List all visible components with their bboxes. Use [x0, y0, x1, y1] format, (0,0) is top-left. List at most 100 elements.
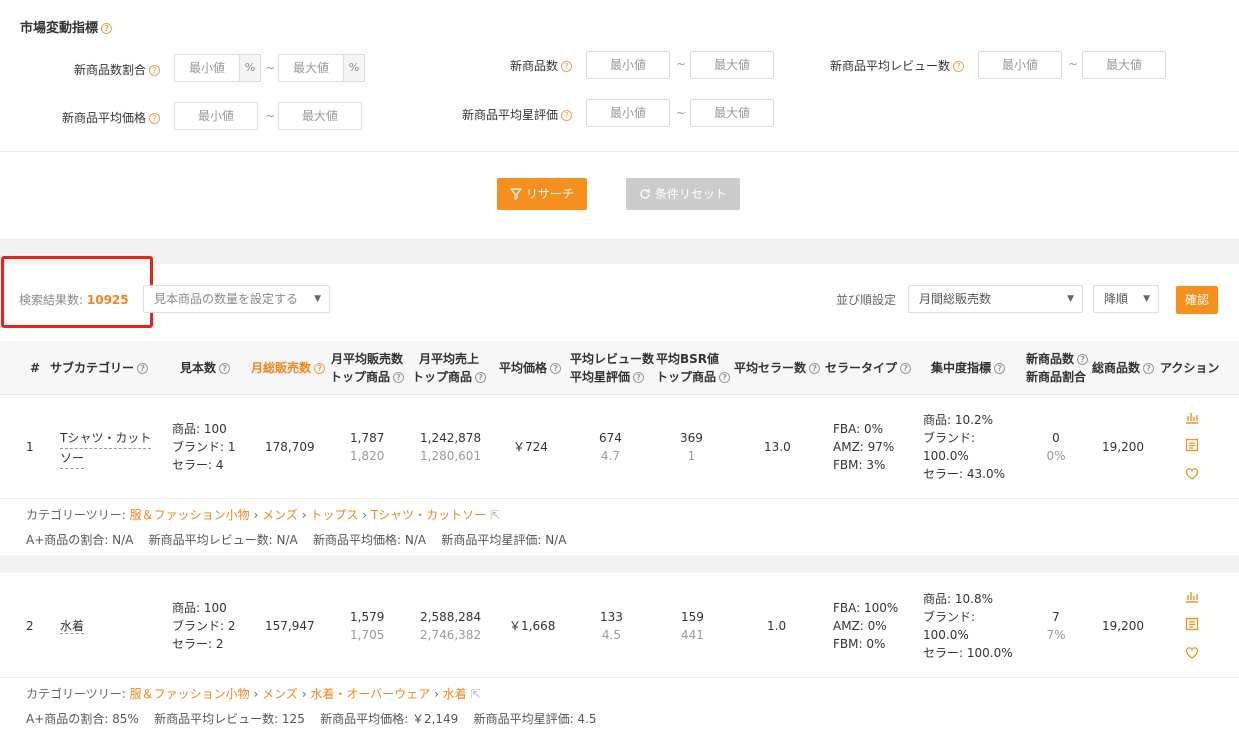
- new-avg-price-max-input[interactable]: 最大値: [278, 102, 362, 130]
- header-avg-price[interactable]: 平均価格?: [499, 359, 562, 377]
- avg-review: 133 4.5: [600, 610, 623, 642]
- header-monthly-sales[interactable]: 月総販売数?: [251, 359, 326, 377]
- help-icon[interactable]: ?: [101, 23, 113, 34]
- reset-button[interactable]: 条件リセット: [626, 178, 740, 210]
- new-products: 7 7%: [1046, 610, 1066, 642]
- document-icon[interactable]: [1185, 617, 1199, 631]
- help-icon[interactable]: ?: [314, 363, 326, 374]
- new-ratio-min-input[interactable]: 最小値: [174, 54, 240, 82]
- document-icon[interactable]: [1185, 438, 1199, 452]
- header-avg-revenue[interactable]: 月平均売上 トップ商品?: [412, 350, 487, 386]
- header-avg-sellers[interactable]: 平均セラー数?: [734, 359, 821, 377]
- new-avg-rating-max-input[interactable]: 最大値: [690, 99, 774, 127]
- sort-field-select[interactable]: 月間総販売数 ▼: [908, 285, 1083, 313]
- avg-bsr: 369 1: [680, 431, 703, 463]
- new-avg-price-label: 新商品平均価格?: [30, 109, 160, 126]
- sample-info: 商品: 100 ブランド: 1 セラー: 4: [172, 422, 236, 472]
- dropdown-arrow-icon: ▼: [1067, 294, 1074, 304]
- help-icon[interactable]: ?: [149, 65, 160, 76]
- new-products: 0 0%: [1046, 431, 1066, 463]
- header-avg-sales[interactable]: 月平均販売数 トップ商品?: [330, 350, 405, 386]
- avg-sales: 1,579 1,705: [350, 610, 385, 642]
- tree-link[interactable]: トップス: [310, 508, 358, 522]
- filter-icon: [510, 188, 523, 200]
- tree-link[interactable]: 服＆ファッション小物: [130, 687, 250, 701]
- help-icon[interactable]: ?: [719, 372, 731, 383]
- tree-link[interactable]: メンズ: [262, 508, 298, 522]
- dropdown-arrow-icon: ▼: [314, 294, 321, 304]
- category-tree: カテゴリーツリー: 服＆ファッション小物 › メンズ › 水着・オーバーウェア …: [26, 687, 481, 701]
- subcategory-link[interactable]: Tシャツ・カット ソー: [60, 429, 152, 469]
- research-button[interactable]: リサーチ: [497, 178, 587, 210]
- header-subcategory[interactable]: サブカテゴリー?: [50, 359, 149, 377]
- help-icon[interactable]: ?: [1077, 354, 1089, 365]
- range-tilde: ~: [1068, 57, 1079, 71]
- tree-link[interactable]: 水着: [443, 687, 467, 701]
- help-icon[interactable]: ?: [561, 61, 572, 72]
- divider: [0, 677, 1239, 678]
- range-tilde: ~: [676, 106, 687, 120]
- help-icon[interactable]: ?: [1143, 363, 1155, 374]
- help-icon[interactable]: ?: [900, 363, 912, 374]
- avg-price: ￥724: [513, 440, 548, 454]
- new-ratio-max-input[interactable]: 最大値: [278, 54, 344, 82]
- header-action: アクション: [1160, 361, 1220, 375]
- percent-unit: %: [343, 54, 365, 82]
- help-icon[interactable]: ?: [994, 363, 1006, 374]
- new-avg-review-min-input[interactable]: 最小値: [978, 51, 1062, 79]
- new-ratio-label: 新商品数割合?: [40, 61, 160, 78]
- help-icon[interactable]: ?: [953, 61, 964, 72]
- header-sample[interactable]: 見本数?: [180, 359, 231, 377]
- chart-icon[interactable]: [1185, 589, 1199, 603]
- chart-icon[interactable]: [1185, 410, 1199, 424]
- sample-count-select[interactable]: 見本商品の数量を設定する ▼: [143, 285, 330, 313]
- tree-link[interactable]: メンズ: [262, 687, 298, 701]
- help-icon[interactable]: ?: [561, 110, 572, 121]
- avg-review: 674 4.7: [599, 431, 622, 463]
- tree-link[interactable]: 水着・オーバーウェア: [310, 687, 430, 701]
- header-avg-review[interactable]: 平均レビュー数 平均星評価?: [570, 350, 654, 386]
- sort-label: 並び順設定: [836, 293, 897, 307]
- header-seller-type[interactable]: セラータイプ?: [825, 359, 912, 377]
- new-count-max-input[interactable]: 最大値: [690, 51, 774, 79]
- confirm-button[interactable]: 確認: [1176, 286, 1218, 314]
- help-icon[interactable]: ?: [219, 363, 231, 374]
- new-avg-price-min-input[interactable]: 最小値: [174, 102, 258, 130]
- avg-sellers: 13.0: [764, 440, 791, 454]
- header-new-products[interactable]: 新商品数? 新商品割合: [1026, 350, 1089, 386]
- seller-type: FBA: 100% AMZ: 0% FBM: 0%: [833, 601, 899, 651]
- heart-icon[interactable]: [1185, 646, 1199, 660]
- sort-order-select[interactable]: 降順 ▼: [1093, 285, 1159, 313]
- header-avg-bsr[interactable]: 平均BSR値 トップ商品?: [656, 350, 731, 386]
- new-count-label: 新商品数?: [440, 57, 572, 74]
- subcategory-link[interactable]: 水着: [60, 617, 85, 635]
- refresh-icon: [640, 189, 650, 199]
- new-avg-review-label: 新商品平均レビュー数?: [800, 57, 964, 74]
- help-icon[interactable]: ?: [149, 113, 160, 124]
- help-icon[interactable]: ?: [393, 372, 405, 383]
- help-icon[interactable]: ?: [550, 363, 562, 374]
- help-icon[interactable]: ?: [809, 363, 821, 374]
- new-avg-rating-min-input[interactable]: 最小値: [586, 99, 670, 127]
- range-tilde: ~: [265, 61, 276, 75]
- help-icon[interactable]: ?: [137, 363, 149, 374]
- filter-panel: 市場変動指標? 新商品数割合? 最小値 % ~ 最大値 % 新商品数? 最小値 …: [0, 0, 1239, 238]
- heart-icon[interactable]: [1185, 467, 1199, 481]
- new-avg-review-max-input[interactable]: 最大値: [1082, 51, 1166, 79]
- row-num: 2: [26, 619, 34, 633]
- header-total-products[interactable]: 総商品数?: [1092, 359, 1155, 377]
- new-count-min-input[interactable]: 最小値: [586, 51, 670, 79]
- header-concentration[interactable]: 集中度指標?: [931, 359, 1006, 377]
- help-icon[interactable]: ?: [633, 372, 645, 383]
- avg-revenue: 1,242,878 1,280,601: [420, 431, 482, 463]
- category-tree: カテゴリーツリー: 服＆ファッション小物 › メンズ › トップス › Tシャツ…: [26, 508, 501, 522]
- range-tilde: ~: [676, 57, 687, 71]
- external-link-icon[interactable]: ⇱: [471, 687, 481, 701]
- external-link-icon[interactable]: ⇱: [490, 508, 500, 522]
- tree-link[interactable]: Tシャツ・カットソー: [371, 508, 486, 522]
- monthly-sales: 157,947: [265, 619, 315, 633]
- sample-info: 商品: 100 ブランド: 2 セラー: 2: [172, 601, 236, 651]
- tree-link[interactable]: 服＆ファッション小物: [130, 508, 250, 522]
- help-icon[interactable]: ?: [475, 372, 487, 383]
- divider: [0, 151, 1239, 152]
